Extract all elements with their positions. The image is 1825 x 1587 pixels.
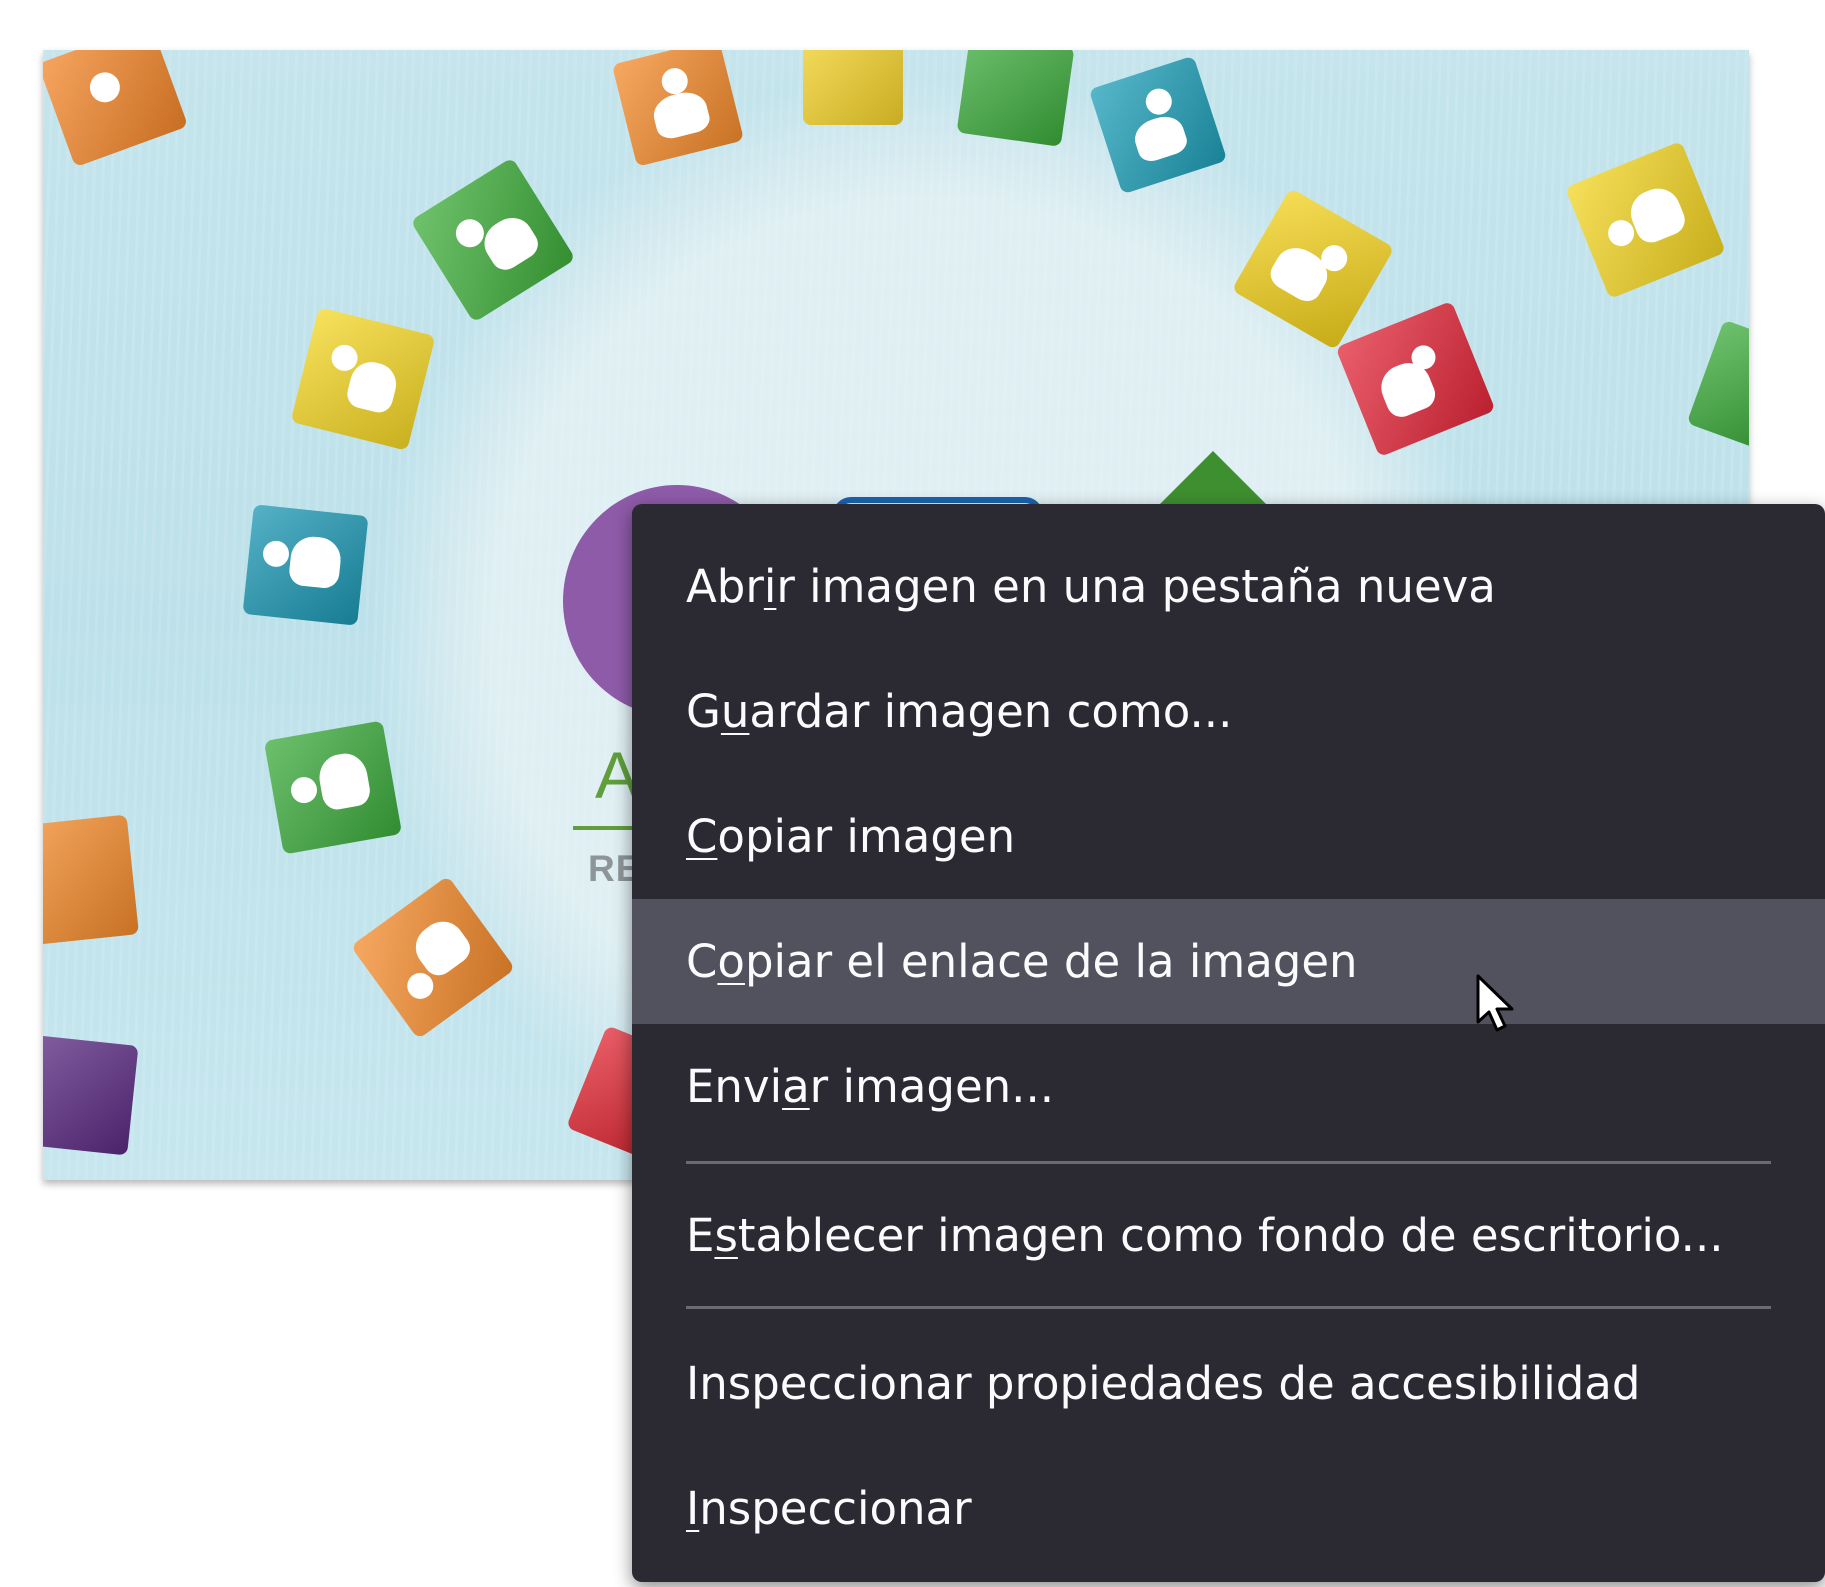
cube-green	[263, 720, 403, 855]
menu-item-copy-image-link[interactable]: Copiar el enlace de la imagen	[632, 899, 1825, 1024]
menu-item-open-image-new-tab[interactable]: Abrir imagen en una pestaña nueva	[632, 524, 1825, 649]
menu-separator	[686, 1306, 1771, 1309]
menu-separator	[686, 1161, 1771, 1164]
menu-item-label: Inspeccionar propiedades de accesibilida…	[686, 1357, 1641, 1410]
cube-teal	[242, 504, 369, 626]
menu-item-inspect[interactable]: Inspeccionar	[632, 1446, 1825, 1571]
menu-item-label: Copiar imagen	[686, 810, 1016, 863]
cube-purple	[43, 1034, 139, 1156]
mouse-pointer-icon	[1476, 974, 1514, 1032]
menu-item-label: Guardar imagen como...	[686, 685, 1233, 738]
menu-item-copy-image[interactable]: Copiar imagen	[632, 774, 1825, 899]
menu-item-send-image[interactable]: Enviar imagen...	[632, 1024, 1825, 1149]
menu-item-inspect-accessibility[interactable]: Inspeccionar propiedades de accesibilida…	[632, 1321, 1825, 1446]
menu-item-label: Establecer imagen como fondo de escritor…	[686, 1208, 1724, 1262]
menu-item-set-desktop-background[interactable]: Establecer imagen como fondo de escritor…	[632, 1176, 1825, 1294]
menu-item-label: Enviar imagen...	[686, 1060, 1055, 1113]
menu-item-label: Copiar el enlace de la imagen	[686, 935, 1358, 988]
menu-item-label: Inspeccionar	[686, 1482, 972, 1535]
cube-green	[956, 50, 1075, 147]
context-menu: Abrir imagen en una pestaña nueva Guarda…	[632, 504, 1825, 1582]
cube-yellow	[803, 50, 903, 125]
menu-item-label: Abrir imagen en una pestaña nueva	[686, 560, 1496, 613]
cube-orange	[43, 814, 139, 946]
menu-item-save-image-as[interactable]: Guardar imagen como...	[632, 649, 1825, 774]
